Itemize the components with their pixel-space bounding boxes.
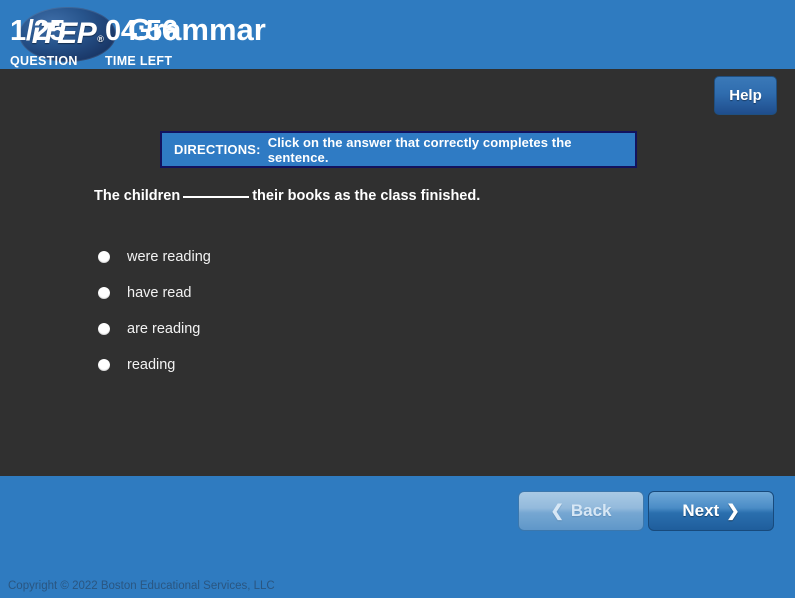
question-counter-value: 1/25 bbox=[10, 15, 66, 47]
next-button[interactable]: Next ❯ bbox=[648, 491, 774, 531]
time-left-display: 04:56 TIME LEFT bbox=[105, 15, 178, 69]
question-text-before-blank: The children bbox=[94, 188, 181, 204]
answer-option-1[interactable]: have read bbox=[98, 275, 518, 311]
help-button[interactable]: Help bbox=[714, 76, 777, 115]
question-blank bbox=[183, 196, 250, 198]
directions-banner: DIRECTIONS: Click on the answer that cor… bbox=[160, 131, 637, 168]
question-text-after-blank: their books as the class finished. bbox=[252, 188, 481, 204]
radio-button-icon[interactable] bbox=[98, 251, 110, 263]
radio-button-icon[interactable] bbox=[98, 287, 110, 299]
answer-option-label: reading bbox=[127, 357, 176, 373]
chevron-left-icon: ❮ bbox=[550, 503, 564, 520]
answer-option-label: are reading bbox=[127, 321, 201, 337]
copyright-text: Copyright © 2022 Boston Educational Serv… bbox=[8, 580, 275, 592]
answer-option-label: have read bbox=[127, 285, 192, 301]
main-content: Help DIRECTIONS: Click on the answer tha… bbox=[0, 69, 795, 476]
back-button[interactable]: ❮ Back bbox=[518, 491, 644, 531]
answer-option-2[interactable]: are reading bbox=[98, 311, 518, 347]
answer-options-list: were reading have read are reading readi… bbox=[98, 239, 518, 383]
radio-button-icon[interactable] bbox=[98, 359, 110, 371]
directions-text: Click on the answer that correctly compl… bbox=[267, 134, 572, 165]
time-left-caption: TIME LEFT bbox=[105, 54, 173, 68]
answer-option-0[interactable]: were reading bbox=[98, 239, 518, 275]
registered-trademark-icon: ® bbox=[97, 34, 104, 44]
question-counter-caption: QUESTION bbox=[10, 54, 78, 68]
answer-option-3[interactable]: reading bbox=[98, 347, 518, 383]
question-sentence: The children their books as the class fin… bbox=[94, 188, 480, 204]
itep-grammar-test-screen: iTEP ® Grammar Help DIRECTIONS: Click on … bbox=[0, 0, 795, 598]
directions-label: DIRECTIONS: bbox=[174, 142, 261, 157]
back-button-label: Back bbox=[570, 501, 612, 520]
next-button-label: Next bbox=[682, 501, 720, 520]
chevron-right-icon: ❯ bbox=[726, 503, 740, 520]
question-counter: 1/25 QUESTION bbox=[10, 15, 78, 69]
answer-option-label: were reading bbox=[127, 249, 211, 265]
radio-button-icon[interactable] bbox=[98, 323, 110, 335]
time-left-value: 04:56 bbox=[105, 15, 178, 47]
